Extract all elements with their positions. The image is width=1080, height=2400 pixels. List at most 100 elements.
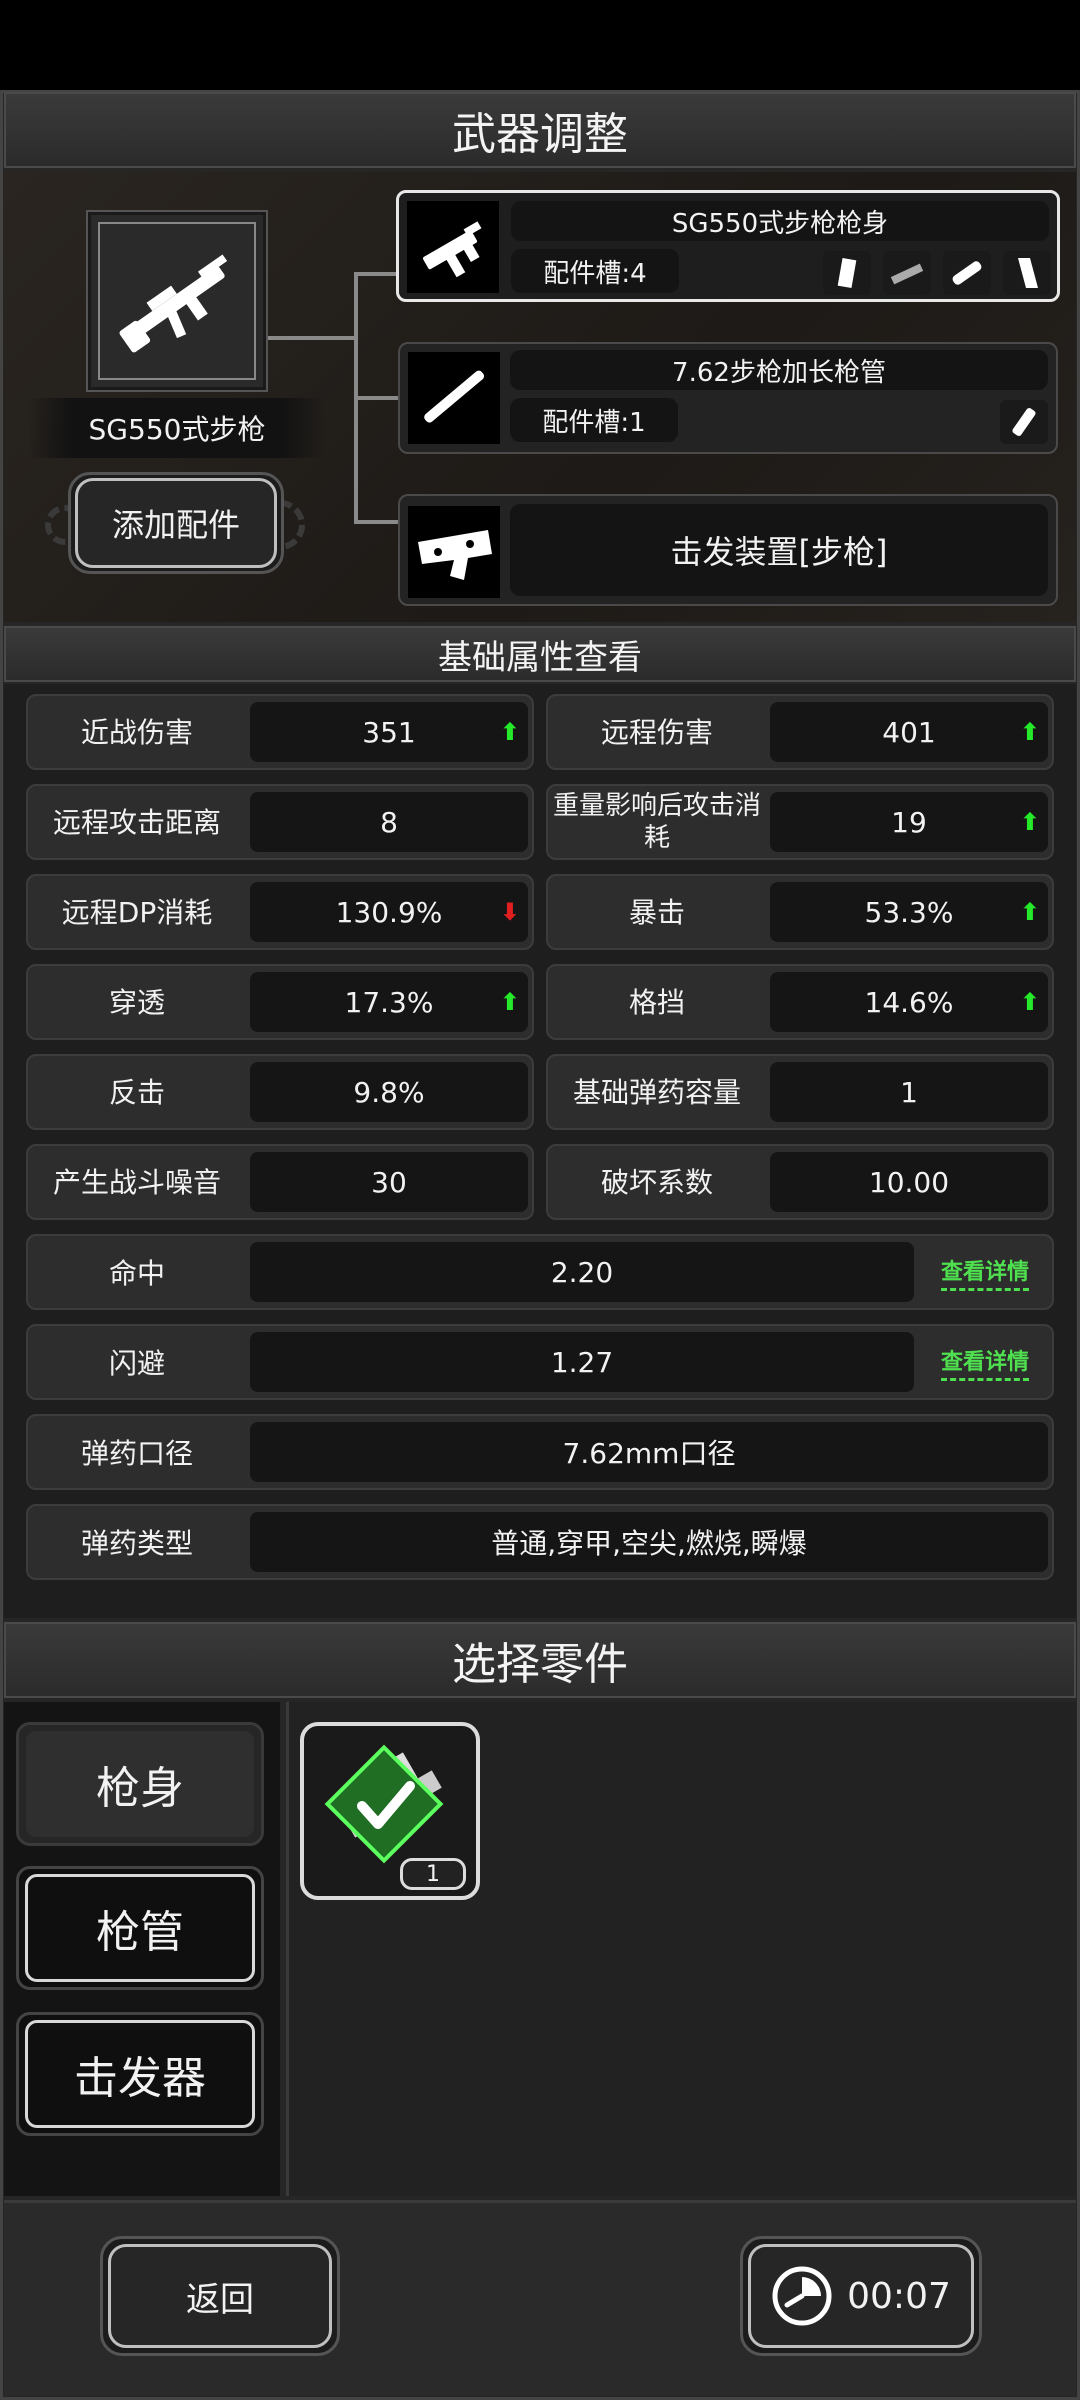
stat-cell: 远程伤害 401 ⬆ <box>546 694 1054 770</box>
part-body-icon <box>407 201 499 293</box>
stat-cell: 破坏系数 10.00 <box>546 1144 1054 1220</box>
stat-label: 弹药口径 <box>80 1437 193 1470</box>
stat-value: 1.27 <box>250 1332 914 1392</box>
view-details-link[interactable]: 查看详情 <box>922 1236 1048 1308</box>
part-name: SG550式步枪枪身 <box>671 208 889 239</box>
stat-value: 14.6% ⬆ <box>770 972 1048 1032</box>
stat-cell-wide: 命中 2.20 查看详情 <box>26 1234 1054 1310</box>
select-title: 选择零件 <box>452 1639 628 1690</box>
stat-label: 近战伤害 <box>80 715 193 749</box>
select-title-bar: 选择零件 <box>4 1622 1076 1698</box>
tree-connector <box>354 520 398 524</box>
stat-label: 远程攻击距离 <box>52 805 221 839</box>
page-title-bar: 武器调整 <box>4 92 1076 168</box>
stat-value: 53.3% ⬆ <box>770 882 1048 942</box>
arrow-up-icon: ⬆ <box>1019 808 1040 836</box>
stat-value: 9.8% <box>250 1062 528 1122</box>
item-count-badge: 1 <box>400 1858 466 1890</box>
tree-connector <box>354 396 398 400</box>
stat-cell: 近战伤害 351 ⬆ <box>26 694 534 770</box>
part-name: 击发装置[步枪] <box>670 533 888 571</box>
stat-cell: 穿透 17.3% ⬆ <box>26 964 534 1040</box>
stat-cell: 重量影响后攻击消耗 19 ⬆ <box>546 784 1054 860</box>
stat-value: 7.62mm口径 <box>250 1422 1048 1482</box>
part-slots: 配件槽:1 <box>542 407 646 438</box>
tab-barrel[interactable]: 枪管 <box>16 1866 264 1990</box>
stat-cell: 反击 9.8% <box>26 1054 534 1130</box>
part-barrel-icon <box>408 352 500 444</box>
part-name: 7.62步枪加长枪管 <box>672 357 886 388</box>
stat-label: 反击 <box>108 1075 165 1109</box>
stat-cell: 格挡 14.6% ⬆ <box>546 964 1054 1040</box>
timer-text: 00:07 <box>847 2275 951 2317</box>
page-title: 武器调整 <box>452 109 628 160</box>
arrow-up-icon: ⬆ <box>499 988 520 1016</box>
magazine-icon[interactable] <box>823 251 871 295</box>
arrow-up-icon: ⬆ <box>499 718 520 746</box>
stat-label: 重量影响后攻击消耗 <box>552 790 761 854</box>
rifle-icon <box>98 222 256 380</box>
stat-cell-wide: 弹药类型 普通,穿甲,空尖,燃烧,瞬爆 <box>26 1504 1054 1580</box>
stat-label: 远程DP消耗 <box>61 895 213 929</box>
stat-value: 130.9% ⬇ <box>250 882 528 942</box>
tab-trigger[interactable]: 击发器 <box>16 2012 264 2136</box>
back-button[interactable]: 返回 <box>100 2236 340 2356</box>
stat-value: 普通,穿甲,空尖,燃烧,瞬爆 <box>250 1512 1048 1572</box>
stat-label: 格挡 <box>628 985 685 1019</box>
scope-icon[interactable] <box>943 251 991 295</box>
add-parts-button[interactable]: 添加配件 <box>68 472 284 574</box>
stat-cell: 暴击 53.3% ⬆ <box>546 874 1054 950</box>
add-parts-label: 添加配件 <box>111 506 240 544</box>
part-card-trigger[interactable]: 击发装置[步枪] <box>398 494 1058 606</box>
stat-label: 闪避 <box>108 1347 165 1380</box>
tab-body[interactable]: 枪身 <box>16 1722 264 1846</box>
stat-value: 19 ⬆ <box>770 792 1048 852</box>
stat-label: 远程伤害 <box>600 715 713 749</box>
timer-button[interactable]: 00:07 <box>740 2236 982 2356</box>
stat-label: 产生战斗噪音 <box>52 1165 221 1199</box>
stats-title: 基础属性查看 <box>438 637 642 678</box>
stat-label: 基础弹药容量 <box>572 1075 741 1109</box>
arrow-down-icon: ⬇ <box>499 898 520 926</box>
stat-cell-wide: 闪避 1.27 查看详情 <box>26 1324 1054 1400</box>
view-details-link[interactable]: 查看详情 <box>922 1326 1048 1398</box>
stat-label: 命中 <box>108 1257 165 1290</box>
stat-label: 穿透 <box>108 985 165 1019</box>
magazine-curved-icon[interactable] <box>1003 251 1051 295</box>
stat-value: 351 ⬆ <box>250 702 528 762</box>
stat-label: 破坏系数 <box>600 1165 713 1199</box>
muzzle-icon[interactable] <box>1000 400 1048 444</box>
stat-value: 30 <box>250 1152 528 1212</box>
part-item-selected[interactable]: 1 <box>300 1722 480 1900</box>
clock-icon <box>772 2266 832 2326</box>
part-card-barrel[interactable]: 7.62步枪加长枪管 配件槽:1 <box>398 342 1058 454</box>
rifle-body-icon <box>423 221 482 278</box>
weapon-portrait[interactable] <box>86 210 268 392</box>
stat-cell: 产生战斗噪音 30 <box>26 1144 534 1220</box>
arrow-up-icon: ⬆ <box>1019 988 1040 1016</box>
stat-value: 10.00 <box>770 1152 1048 1212</box>
stat-value: 8 <box>250 792 528 852</box>
weapon-name-bar: SG550式步枪 <box>28 398 326 458</box>
stat-cell: 基础弹药容量 1 <box>546 1054 1054 1130</box>
rail-icon[interactable] <box>883 251 931 295</box>
arrow-up-icon: ⬆ <box>1019 898 1040 926</box>
trigger-icon <box>418 530 492 580</box>
arrow-up-icon: ⬆ <box>1019 718 1040 746</box>
weapon-name: SG550式步枪 <box>88 413 266 446</box>
tree-connector <box>268 336 356 340</box>
part-card-body[interactable]: SG550式步枪枪身 配件槽:4 <box>396 190 1060 302</box>
stats-title-bar: 基础属性查看 <box>4 626 1076 682</box>
stat-label: 暴击 <box>628 895 685 929</box>
tree-connector <box>354 272 398 276</box>
part-trigger-icon <box>408 506 500 598</box>
stat-cell: 远程攻击距离 8 <box>26 784 534 860</box>
back-label: 返回 <box>186 2279 254 2320</box>
tab-label: 枪管 <box>96 1907 184 1958</box>
stat-value: 17.3% ⬆ <box>250 972 528 1032</box>
stat-cell-wide: 弹药口径 7.62mm口径 <box>26 1414 1054 1490</box>
stat-value: 1 <box>770 1062 1048 1122</box>
stat-value: 401 ⬆ <box>770 702 1048 762</box>
part-slots: 配件槽:4 <box>543 258 647 289</box>
stat-label: 弹药类型 <box>80 1527 193 1560</box>
